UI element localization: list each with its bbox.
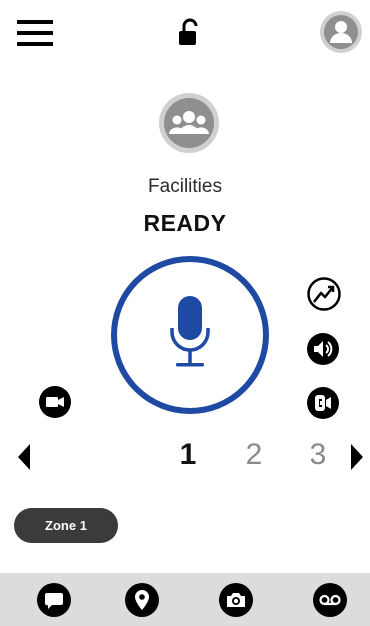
channel-3[interactable]: 3: [300, 438, 336, 472]
menu-icon: [17, 20, 53, 46]
bottom-nav: [0, 573, 370, 626]
status-text: READY: [143, 210, 227, 236]
speaker-button[interactable]: [307, 333, 339, 365]
channel-name: Facilities: [148, 176, 222, 197]
chevron-right-icon: [351, 444, 363, 470]
zone-button[interactable]: Zone 1: [14, 508, 118, 543]
nav-camera-button[interactable]: [219, 583, 253, 617]
location-icon: [135, 590, 149, 610]
speaker-icon: [314, 341, 333, 357]
nav-voicemail-button[interactable]: [313, 583, 347, 617]
menu-button[interactable]: [17, 20, 53, 46]
signal-icon: [307, 277, 341, 311]
chevron-left-icon: [18, 444, 30, 470]
nav-message-button[interactable]: [37, 583, 71, 617]
signal-button[interactable]: [307, 277, 341, 316]
profile-avatar[interactable]: [319, 10, 363, 54]
video-icon: [46, 397, 64, 407]
previous-channel-button[interactable]: [16, 444, 32, 470]
group-icon: [159, 93, 219, 153]
nav-location-button[interactable]: [125, 583, 159, 617]
message-icon: [44, 593, 63, 609]
group-avatar: [158, 92, 220, 154]
video-button[interactable]: [39, 386, 71, 418]
microphone-icon: [170, 296, 210, 367]
camera-icon: [227, 593, 245, 607]
profile-avatar-icon: [320, 11, 362, 53]
call-icon: [315, 395, 331, 411]
unlocked-icon: [179, 18, 198, 45]
lock-button[interactable]: [178, 18, 200, 46]
channel-1[interactable]: 1: [170, 438, 206, 472]
next-channel-button[interactable]: [349, 444, 365, 470]
voicemail-icon: [319, 594, 341, 606]
push-to-talk-button[interactable]: [111, 256, 269, 414]
channel-2[interactable]: 2: [236, 438, 272, 472]
private-call-button[interactable]: [307, 387, 339, 419]
